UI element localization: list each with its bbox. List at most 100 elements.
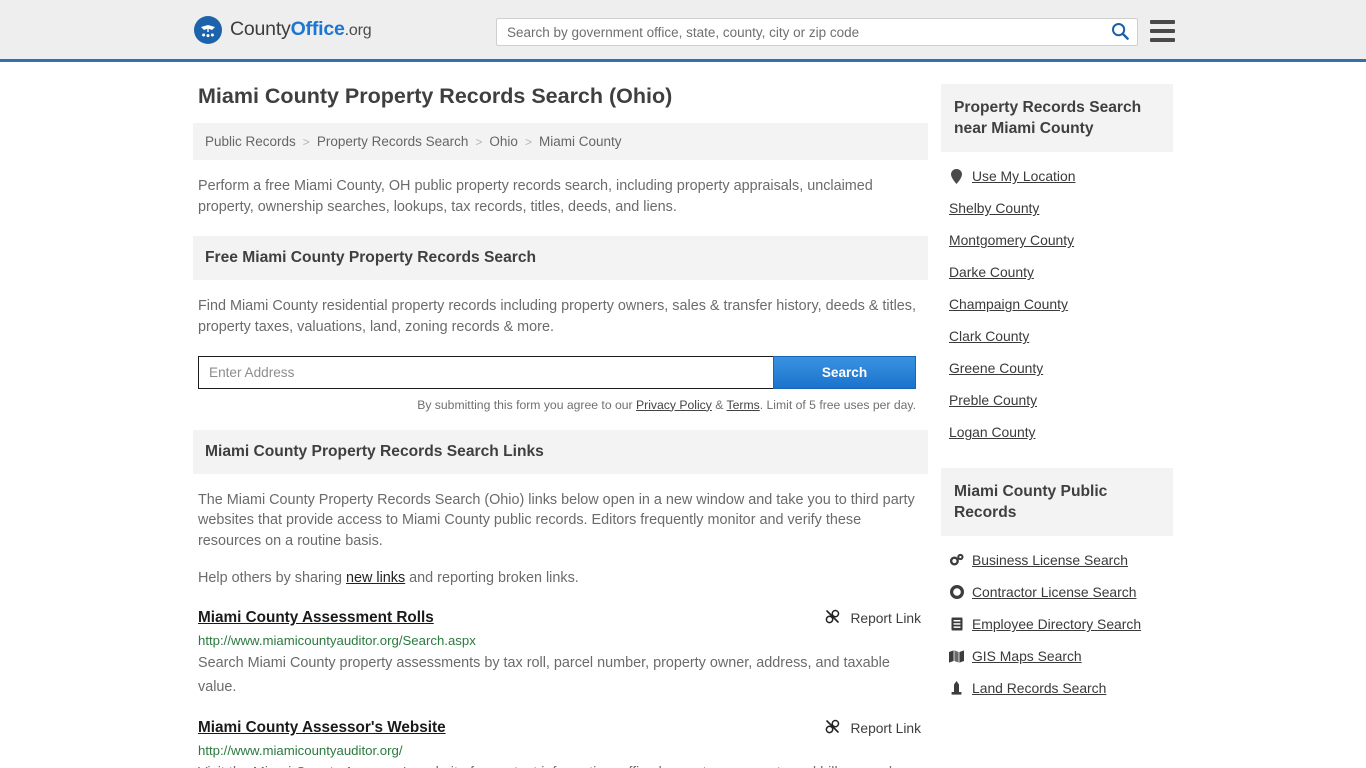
result-link-title[interactable]: Miami County Assessor's Website — [198, 719, 446, 737]
sidebar-item-contractor-license-search[interactable]: Contractor License Search — [941, 576, 1173, 608]
result-link-url: http://www.miamicountyauditor.org/Search… — [198, 633, 476, 648]
site-logo[interactable]: CountyOffice.org — [194, 15, 372, 44]
sidebar-item-clark-county[interactable]: Clark County — [941, 320, 1173, 352]
links-section-heading: Miami County Property Records Search Lin… — [193, 429, 928, 474]
site-logo-text: CountyOffice.org — [230, 18, 372, 41]
sidebar-link-label[interactable]: Contractor License Search — [972, 584, 1136, 600]
sidebar-item-gis-maps-search[interactable]: GIS Maps Search — [941, 640, 1173, 672]
disclaimer-prefix: By submitting this form you agree to our — [417, 397, 636, 412]
report-link-label: Report Link — [850, 610, 921, 626]
form-disclaimer: By submitting this form you agree to our… — [193, 398, 916, 412]
eagle-seal-icon — [194, 15, 222, 44]
sidebar-link-label[interactable]: Darke County — [949, 264, 1034, 280]
sidebar-link-label[interactable]: Employee Directory Search — [972, 616, 1141, 632]
sidebar-link-label[interactable]: Greene County — [949, 360, 1043, 376]
global-search-bar[interactable] — [496, 18, 1138, 46]
sidebar-link-label[interactable]: Use My Location — [972, 168, 1075, 184]
hamburger-bar — [1150, 29, 1175, 33]
address-input[interactable] — [198, 355, 773, 389]
result-link-url: http://www.miamicountyauditor.org/ — [198, 743, 403, 759]
breadcrumb-item-property-records-search[interactable]: Property Records Search — [317, 134, 469, 149]
search-icon — [1111, 22, 1129, 43]
sidebar-link-label[interactable]: Montgomery County — [949, 232, 1074, 248]
monument-icon — [949, 681, 964, 695]
public-records-panel: Miami County Public Records Business Lic… — [941, 468, 1173, 704]
breadcrumb-item-public-records[interactable]: Public Records — [205, 134, 296, 149]
logo-word-county: County — [230, 18, 291, 40]
sidebar-item-employee-directory-search[interactable]: Employee Directory Search — [941, 608, 1173, 640]
site-header: CountyOffice.org — [0, 0, 1366, 62]
sidebar-link-label[interactable]: Logan County — [949, 424, 1036, 440]
sidebar-link-label[interactable]: GIS Maps Search — [972, 648, 1082, 664]
page-title: Miami County Property Records Search (Oh… — [198, 84, 673, 108]
sidebar-item-business-license-search[interactable]: Business License Search — [941, 544, 1173, 576]
address-search-button[interactable]: Search — [773, 355, 916, 389]
nearby-search-heading: Property Records Search near Miami Count… — [941, 84, 1173, 153]
sidebar-item-land-records-search[interactable]: Land Records Search — [941, 672, 1173, 704]
free-search-description: Find Miami County residential property r… — [198, 297, 916, 335]
disclaimer-amp: & — [711, 397, 727, 412]
breadcrumb-item-ohio[interactable]: Ohio — [489, 134, 518, 149]
broken-link-icon — [824, 608, 841, 628]
result-link-header: Miami County Assessor's Website Report L… — [198, 718, 928, 738]
free-search-heading: Free Miami County Property Records Searc… — [193, 235, 928, 280]
page-intro-text: Perform a free Miami County, OH public p… — [198, 178, 873, 215]
result-link-item: Miami County Assessment Rolls Report Lin… — [198, 608, 928, 699]
disclaimer-suffix: . Limit of 5 free uses per day. — [759, 397, 916, 412]
sidebar-link-label[interactable]: Shelby County — [949, 200, 1039, 216]
address-search-form: Search — [198, 355, 916, 389]
help-suffix: and reporting broken links. — [405, 570, 579, 587]
sidebar: Property Records Search near Miami Count… — [941, 84, 1173, 708]
global-search-input[interactable] — [497, 19, 1103, 45]
global-search-submit-button[interactable] — [1103, 19, 1137, 45]
result-link-description: Search Miami County property assessments… — [198, 655, 890, 696]
report-link-label: Report Link — [850, 720, 921, 736]
sidebar-panel-gap — [941, 452, 1173, 468]
sidebar-item-greene-county[interactable]: Greene County — [941, 352, 1173, 384]
sidebar-item-darke-county[interactable]: Darke County — [941, 256, 1173, 288]
public-records-list: Business License Search Contractor Licen… — [941, 536, 1173, 704]
gear-icon — [949, 585, 964, 600]
hamburger-menu-icon[interactable] — [1150, 20, 1175, 42]
breadcrumb-separator-icon: > — [475, 134, 483, 149]
breadcrumb: Public Records > Property Records Search… — [193, 123, 928, 160]
hamburger-bar — [1150, 38, 1175, 42]
sidebar-item-shelby-county[interactable]: Shelby County — [941, 192, 1173, 224]
page-body: Miami County Property Records Search (Oh… — [0, 62, 1366, 768]
content-container: Miami County Property Records Search (Oh… — [193, 62, 1173, 768]
breadcrumb-item-miami-county[interactable]: Miami County — [539, 134, 622, 149]
sidebar-item-montgomery-county[interactable]: Montgomery County — [941, 224, 1173, 256]
nearby-county-list: Use My Location Shelby County Montgomery… — [941, 152, 1173, 448]
sidebar-item-use-my-location[interactable]: Use My Location — [941, 160, 1173, 192]
logo-word-org: .org — [344, 22, 372, 39]
sidebar-item-preble-county[interactable]: Preble County — [941, 384, 1173, 416]
help-prefix: Help others by sharing — [198, 570, 346, 587]
report-link-button[interactable]: Report Link — [824, 608, 928, 628]
terms-link[interactable]: Terms — [727, 398, 760, 412]
privacy-policy-link[interactable]: Privacy Policy — [636, 398, 712, 412]
sidebar-link-label[interactable]: Clark County — [949, 328, 1029, 344]
result-link-header: Miami County Assessment Rolls Report Lin… — [198, 608, 928, 628]
result-link-title[interactable]: Miami County Assessment Rolls — [198, 609, 434, 627]
sidebar-link-label[interactable]: Business License Search — [972, 552, 1128, 568]
map-pin-icon — [949, 168, 964, 184]
main-column: Miami County Property Records Search (Oh… — [193, 84, 928, 768]
sidebar-link-label[interactable]: Land Records Search — [972, 680, 1106, 696]
public-records-heading: Miami County Public Records — [941, 468, 1173, 537]
report-link-button[interactable]: Report Link — [824, 718, 928, 738]
sidebar-item-champaign-county[interactable]: Champaign County — [941, 288, 1173, 320]
result-link-item: Miami County Assessor's Website Report L… — [198, 718, 928, 768]
new-links-link[interactable]: new links — [346, 570, 405, 586]
sidebar-item-logan-county[interactable]: Logan County — [941, 416, 1173, 448]
hamburger-bar — [1150, 20, 1175, 24]
help-others-line: Help others by sharing new links and rep… — [198, 568, 928, 589]
broken-link-icon — [824, 718, 841, 738]
id-card-icon — [949, 617, 964, 631]
sidebar-link-label[interactable]: Champaign County — [949, 296, 1068, 312]
breadcrumb-separator-icon: > — [302, 134, 310, 149]
sidebar-link-label[interactable]: Preble County — [949, 392, 1037, 408]
nearby-search-panel: Property Records Search near Miami Count… — [941, 84, 1173, 448]
cogs-icon — [949, 553, 964, 567]
map-icon — [949, 650, 964, 663]
links-section-description: The Miami County Property Records Search… — [198, 491, 915, 550]
